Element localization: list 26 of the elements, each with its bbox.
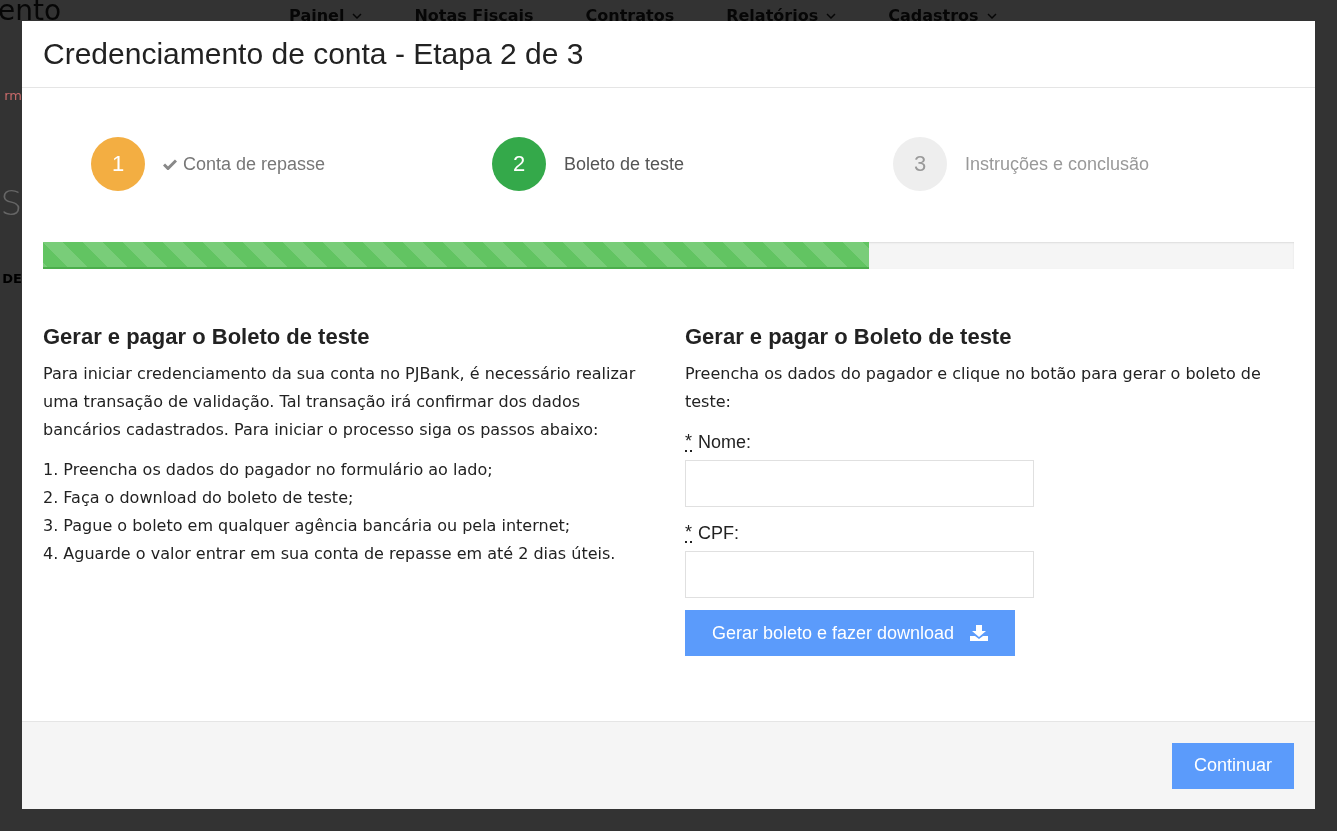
- intro-paragraph: Para iniciar credenciamento da sua conta no PJBank, é necessário realizar uma transação de validação. Tal transação irá confirmar dos dados bancários cadastrados. Para iniciar o processo siga os passos abaixo:: [43, 363, 637, 441]
- field-label: CPF:: [698, 522, 740, 545]
- step-number: 1: [91, 137, 145, 191]
- intro-paragraph: Preencha os dados do pagador e clique no botão para gerar o boleto de teste:: [685, 363, 1262, 413]
- required-mark: *: [685, 523, 692, 543]
- step-label: Instruções e conclusão: [965, 153, 1150, 175]
- input-field[interactable]: [685, 551, 1034, 598]
- step-number: 3: [893, 137, 947, 191]
- input-field[interactable]: [685, 460, 1034, 507]
- field-label: Nome:: [698, 431, 752, 454]
- step-number: 2: [492, 137, 546, 191]
- modal-title: Credenciamento de conta - Etapa 2 de 3: [43, 37, 584, 71]
- step-label: Conta de repasse: [183, 153, 326, 175]
- download-button[interactable]: Gerar boleto e fazer download: [685, 610, 1015, 656]
- check-icon: [163, 158, 177, 170]
- section-heading: Gerar e pagar o Boleto de teste: [685, 324, 1013, 350]
- download-icon: [970, 625, 989, 641]
- link-fragment: rm: [4, 88, 22, 103]
- instruction-item: 3. Pague o boleto em qualquer agência bancária ou pela internet;: [43, 515, 572, 537]
- instruction-item: 1. Preencha os dados do pagador no formulário ao lado;: [43, 459, 494, 481]
- section-heading: Gerar e pagar o Boleto de teste: [43, 324, 371, 350]
- instruction-item: 4. Aguarde o valor entrar em sua conta de repasse em até 2 dias úteis.: [43, 543, 617, 565]
- instruction-item: 2. Faça o download do boleto de teste;: [43, 487, 355, 509]
- continue-button[interactable]: Continuar: [1172, 742, 1294, 789]
- required-mark: *: [685, 432, 692, 452]
- step-label: Boleto de teste: [564, 153, 685, 175]
